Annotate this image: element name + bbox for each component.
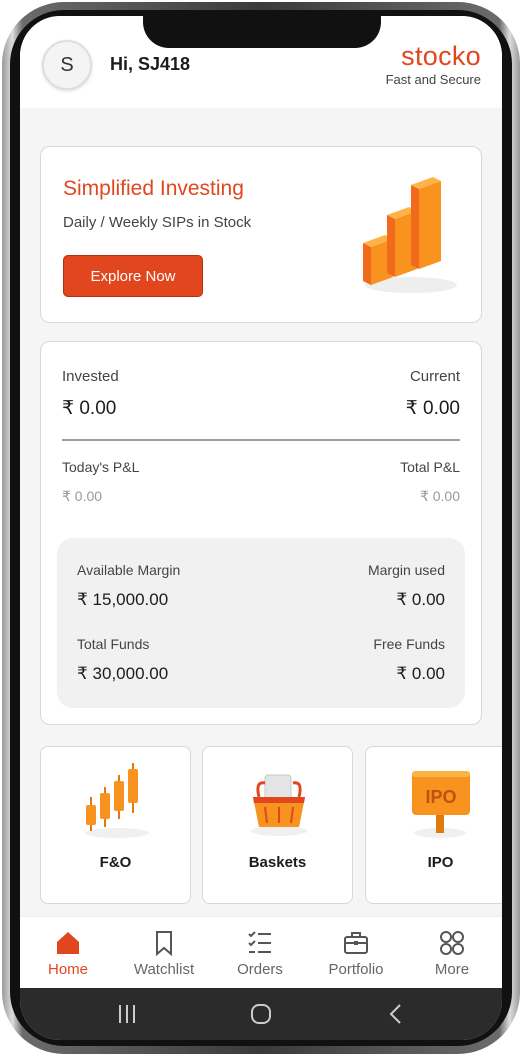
ipo-sign-icon: IPO [412,771,470,838]
tile-label: F&O [99,854,132,871]
promo-subtitle: Daily / Weekly SIPs in Stock [63,214,252,231]
briefcase-icon [344,932,368,954]
brand-tagline: Fast and Secure [385,72,481,87]
todays-pl-label: Today's P&L [62,459,140,475]
avatar[interactable]: S [42,40,92,90]
bar-chart-3d-icon [363,177,457,293]
feature-tiles: F&O Baskets IPO IPO [40,746,502,904]
recent-apps-icon[interactable] [115,1002,139,1026]
tile-label: IPO [427,854,454,871]
greeting-text: Hi, SJ418 [110,54,191,74]
bottom-navigation: Home Watchlist Orders Portfolio More [20,916,502,988]
candlestick-chart-icon [85,763,149,838]
nav-more[interactable]: More [404,917,500,989]
tile-fno[interactable]: F&O [40,746,191,904]
app-screen: S Hi, SJ418 stocko Fast and Secure Simpl… [20,16,502,1040]
nav-portfolio[interactable]: Portfolio [308,917,404,989]
todays-pl-value: ₹ 0.00 [62,488,103,504]
total-funds-value: ₹ 30,000.00 [77,664,169,683]
tile-ipo[interactable]: IPO IPO [365,746,502,904]
home-icon [57,932,79,954]
nav-orders[interactable]: Orders [212,917,308,989]
nav-label-home: Home [47,961,88,978]
margin-used-label: Margin used [367,562,445,578]
nav-watchlist[interactable]: Watchlist [116,917,212,989]
invested-value: ₹ 0.00 [62,398,117,419]
nav-label-orders: Orders [237,961,283,978]
bookmark-icon [156,931,172,957]
brand-name: stocko [401,41,481,71]
promo-title: Simplified Investing [63,177,244,200]
system-navigation-bar [20,988,502,1040]
explore-now-button[interactable]: Explore Now [63,255,203,297]
tile-baskets[interactable]: Baskets [202,746,353,904]
promo-card[interactable]: Simplified Investing Daily / Weekly SIPs… [40,146,482,323]
divider [62,439,460,441]
nav-home[interactable]: Home [20,917,116,989]
checklist-icon [248,931,271,953]
margin-used-value: ₹ 0.00 [396,590,445,609]
free-funds-label: Free Funds [373,636,445,652]
available-margin-label: Available Margin [77,562,181,578]
current-label: Current [409,368,460,385]
nav-label-portfolio: Portfolio [328,961,384,978]
portfolio-summary-card: Invested ₹ 0.00 Current ₹ 0.00 Today's P… [40,341,482,725]
nav-label-more: More [434,961,470,978]
margin-funds-box: Available Margin ₹ 15,000.00 Margin used… [57,538,465,708]
free-funds-value: ₹ 0.00 [396,664,445,683]
current-value: ₹ 0.00 [405,398,460,419]
system-home-icon[interactable] [249,1002,273,1026]
basket-icon [251,774,307,836]
grid-circles-icon [440,931,464,955]
tile-label: Baskets [248,854,307,871]
total-funds-label: Total Funds [77,636,150,652]
invested-label: Invested [62,368,119,385]
camera-notch [143,16,381,48]
total-pl-value: ₹ 0.00 [419,488,460,504]
total-pl-label: Total P&L [400,459,460,475]
svg-text:IPO: IPO [425,787,456,807]
available-margin-value: ₹ 15,000.00 [77,590,169,609]
back-icon[interactable] [384,1002,408,1026]
nav-label-watchlist: Watchlist [133,961,195,978]
brand-logo: stocko Fast and Secure [386,42,481,87]
